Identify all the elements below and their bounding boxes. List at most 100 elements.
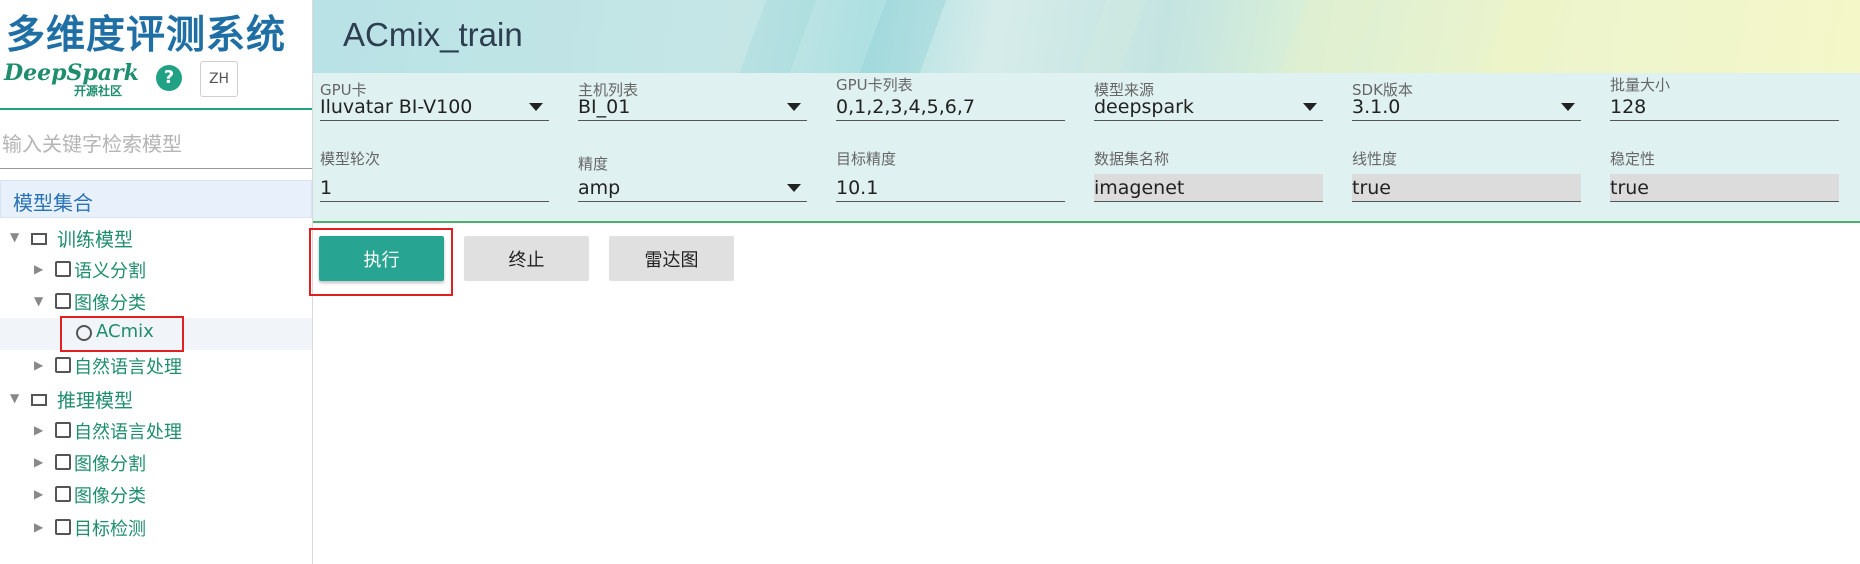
dropdown-caret-icon[interactable] <box>1303 103 1317 111</box>
tree-node-train-models[interactable]: ▼ 训练模型 <box>0 222 312 254</box>
dropdown-caret-icon[interactable] <box>1561 103 1575 111</box>
tree-node-infer-nlp[interactable]: ▶ 自然语言处理 <box>0 415 312 447</box>
field-value: amp <box>578 177 621 199</box>
caret-right-icon[interactable]: ▶ <box>34 520 43 534</box>
field-value: imagenet <box>1094 177 1185 199</box>
language-button[interactable]: ZH <box>200 61 238 97</box>
field-label: 精度 <box>578 155 609 173</box>
target-accuracy-field[interactable]: 目标精度 10.1 <box>829 139 1065 213</box>
header-decor <box>1279 0 1377 73</box>
batch-size-field[interactable]: 批量大小 128 <box>1603 73 1839 143</box>
tree-node-infer-image-classification[interactable]: ▶ 图像分类 <box>0 479 312 511</box>
batch-size-input[interactable]: 128 <box>1610 93 1839 121</box>
tree-node-infer-models[interactable]: ▼ 推理模型 <box>0 383 312 415</box>
dropdown-caret-icon[interactable] <box>787 103 801 111</box>
tree-node-label: 目标检测 <box>74 519 146 540</box>
page-title: ACmix_train <box>343 16 523 53</box>
model-source-field[interactable]: 模型来源 deepspark <box>1087 73 1323 143</box>
tree-node-label: 训练模型 <box>57 229 134 251</box>
header-decor <box>739 0 817 73</box>
linearity-readonly: true <box>1352 174 1581 202</box>
field-value: BI_01 <box>578 96 631 118</box>
field-value: 10.1 <box>836 177 879 199</box>
header-divider <box>0 108 312 110</box>
search-underline <box>0 168 312 169</box>
stack-icon <box>31 233 47 245</box>
epochs-input[interactable]: 1 <box>320 174 549 202</box>
field-label: 批量大小 <box>1610 76 1671 94</box>
stability-readonly: true <box>1610 174 1839 202</box>
tree-node-label: 语义分割 <box>74 261 146 282</box>
tree-node-label: 图像分割 <box>74 454 146 475</box>
field-value: 0,1,2,3,4,5,6,7 <box>836 96 975 118</box>
sdk-version-select[interactable]: 3.1.0 <box>1352 93 1581 121</box>
sdk-version-field[interactable]: SDK版本 3.1.0 <box>1345 73 1581 143</box>
dropdown-caret-icon[interactable] <box>529 103 543 111</box>
highlight-box-acmix <box>60 316 184 352</box>
tree-node-nlp[interactable]: ▶ 自然语言处理 <box>0 350 312 382</box>
dropdown-caret-icon[interactable] <box>787 184 801 192</box>
tree-root-model-collection[interactable]: 模型集合 <box>0 180 312 218</box>
stack-icon <box>31 394 47 406</box>
precision-field[interactable]: 精度 amp <box>571 139 807 213</box>
field-value: true <box>1610 177 1649 199</box>
field-value: deepspark <box>1094 96 1194 118</box>
tree-node-label: 推理模型 <box>57 390 134 412</box>
host-list-select[interactable]: BI_01 <box>578 93 807 121</box>
epochs-field[interactable]: 模型轮次 1 <box>313 139 549 213</box>
page-header: ACmix_train <box>313 0 1860 73</box>
brand-name: DeepSpark <box>4 60 139 86</box>
folder-icon <box>55 422 71 438</box>
field-label: 模型轮次 <box>320 150 381 168</box>
header-decor <box>1479 0 1567 73</box>
caret-right-icon[interactable]: ▶ <box>34 487 43 501</box>
field-value: true <box>1352 177 1391 199</box>
app-title: 多维度评测系统 <box>6 13 287 58</box>
folder-icon <box>55 293 71 309</box>
target-accuracy-input[interactable]: 10.1 <box>836 174 1065 202</box>
caret-right-icon[interactable]: ▶ <box>34 262 43 276</box>
help-icon[interactable]: ? <box>156 65 182 91</box>
folder-icon <box>55 357 71 373</box>
gpu-list-field[interactable]: GPU卡列表 0,1,2,3,4,5,6,7 <box>829 73 1065 143</box>
model-search-input[interactable] <box>0 122 304 166</box>
caret-right-icon[interactable]: ▶ <box>34 423 43 437</box>
tree-node-infer-image-segmentation[interactable]: ▶ 图像分割 <box>0 447 312 479</box>
brand-logo[interactable]: DeepSpark 开源社区 <box>4 60 139 98</box>
field-label: GPU卡列表 <box>836 76 913 94</box>
gpu-card-select[interactable]: Iluvatar BI-V100 <box>320 93 549 121</box>
tree-node-label: 自然语言处理 <box>74 422 182 443</box>
config-form: GPU卡 Iluvatar BI-V100 主机列表 BI_01 GPU卡列表 … <box>313 73 1860 223</box>
tree-node-semantic-segmentation[interactable]: ▶ 语义分割 <box>0 254 312 286</box>
field-value: 1 <box>320 177 333 199</box>
caret-down-icon[interactable]: ▼ <box>34 294 43 308</box>
gpu-list-input[interactable]: 0,1,2,3,4,5,6,7 <box>836 93 1065 121</box>
tree-node-label: 图像分类 <box>74 293 146 314</box>
highlight-box-run <box>309 228 453 296</box>
field-label: 目标精度 <box>836 150 897 168</box>
gpu-card-field[interactable]: GPU卡 Iluvatar BI-V100 <box>313 73 549 143</box>
caret-right-icon[interactable]: ▶ <box>34 455 43 469</box>
field-value: 3.1.0 <box>1352 96 1401 118</box>
radar-chart-button[interactable]: 雷达图 <box>609 236 734 281</box>
folder-icon <box>55 519 71 535</box>
sidebar: 多维度评测系统 DeepSpark 开源社区 ? ZH 模型集合 ▼ 训练模型 … <box>0 0 313 564</box>
stop-button[interactable]: 终止 <box>464 236 589 281</box>
model-source-select[interactable]: deepspark <box>1094 93 1323 121</box>
tree-node-image-classification[interactable]: ▼ 图像分类 <box>0 286 312 318</box>
tree-root-label: 模型集合 <box>13 191 93 215</box>
caret-down-icon[interactable]: ▼ <box>10 230 19 244</box>
precision-select[interactable]: amp <box>578 174 807 202</box>
field-value: Iluvatar BI-V100 <box>320 96 473 118</box>
folder-icon <box>55 454 71 470</box>
stability-field: 稳定性 true <box>1603 139 1839 213</box>
field-label: 线性度 <box>1352 150 1398 168</box>
host-list-field[interactable]: 主机列表 BI_01 <box>571 73 807 143</box>
tree-node-infer-object-detection[interactable]: ▶ 目标检测 <box>0 512 312 544</box>
brand-subtitle: 开源社区 <box>74 84 123 98</box>
caret-right-icon[interactable]: ▶ <box>34 358 43 372</box>
caret-down-icon[interactable]: ▼ <box>10 391 19 405</box>
field-label: 稳定性 <box>1610 150 1656 168</box>
dataset-name-field: 数据集名称 imagenet <box>1087 139 1323 213</box>
dataset-name-readonly: imagenet <box>1094 174 1323 202</box>
